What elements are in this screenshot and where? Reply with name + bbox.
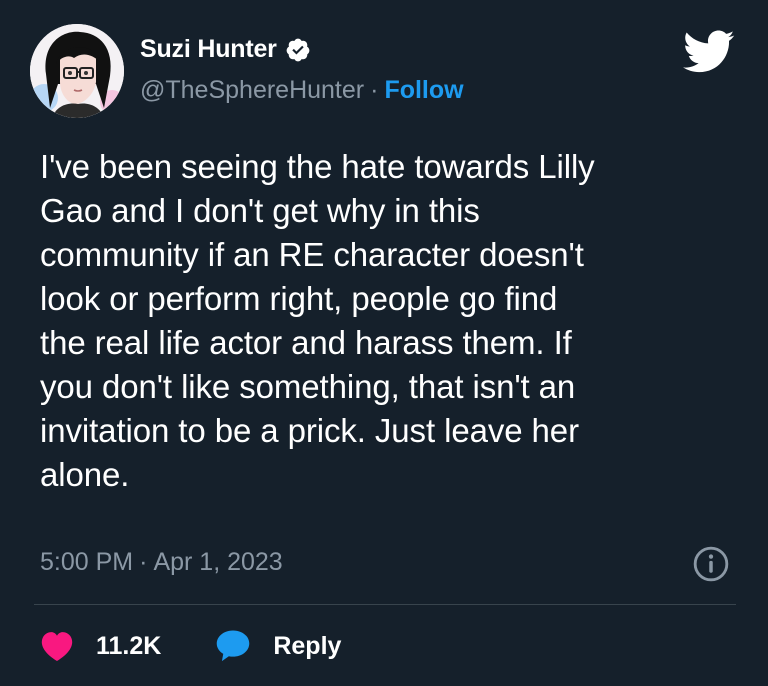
author-handle-row: @TheSphereHunter · Follow	[140, 76, 464, 105]
info-icon[interactable]	[692, 545, 730, 583]
tweet-text: I've been seeing the hate towards Lilly …	[40, 148, 595, 493]
speech-bubble-icon	[217, 630, 250, 662]
like-button[interactable]: 11.2K	[40, 630, 161, 662]
tweet-date[interactable]: Apr 1, 2023	[153, 548, 282, 577]
avatar[interactable]	[30, 24, 124, 118]
divider	[34, 604, 736, 605]
twitter-bird-icon[interactable]	[683, 30, 735, 74]
avatar-illustration	[30, 24, 124, 118]
reply-button[interactable]: Reply	[215, 629, 341, 663]
handle-separator: ·	[370, 76, 379, 104]
tweet-actions: 11.2K Reply	[40, 626, 341, 666]
like-count: 11.2K	[96, 631, 162, 660]
meta-separator: ·	[139, 548, 148, 576]
heart-icon	[41, 632, 73, 662]
author-handle[interactable]: @TheSphereHunter	[140, 76, 364, 105]
tweet-card: Suzi Hunter @TheSphereHunter · Follow I'…	[0, 0, 768, 686]
reply-label: Reply	[273, 631, 342, 660]
tweet-meta: 5:00 PM · Apr 1, 2023	[40, 548, 283, 577]
author-display-name[interactable]: Suzi Hunter	[140, 35, 277, 64]
author-name-row: Suzi Hunter	[140, 35, 311, 64]
verified-badge-icon	[286, 38, 310, 61]
tweet-time[interactable]: 5:00 PM	[40, 548, 133, 577]
follow-button[interactable]: Follow	[384, 76, 463, 105]
